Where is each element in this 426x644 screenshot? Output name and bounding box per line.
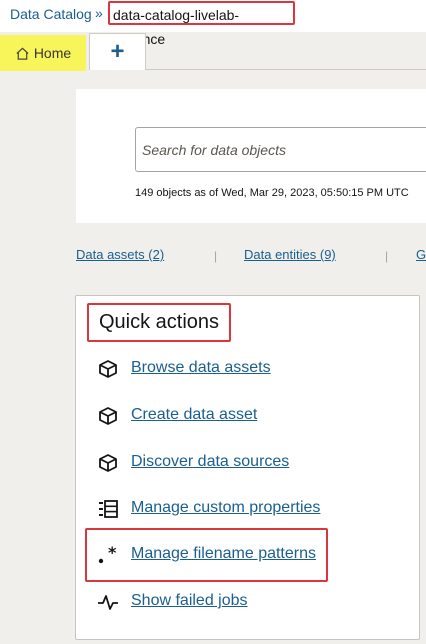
browse-data-assets-label: Browse data assets bbox=[131, 359, 271, 376]
show-failed-jobs-label: Show failed jobs bbox=[131, 592, 248, 609]
tab-divider-line bbox=[146, 69, 426, 70]
create-data-asset-label: Create data asset bbox=[131, 406, 258, 423]
cube-icon bbox=[99, 360, 117, 378]
cube-icon bbox=[99, 454, 117, 472]
tab-bar: Home + bbox=[0, 33, 426, 71]
cube-icon bbox=[99, 407, 117, 425]
manage-filename-patterns-action[interactable]: * Manage filename patterns bbox=[96, 542, 396, 568]
show-failed-jobs-action[interactable]: Show failed jobs bbox=[96, 589, 396, 615]
manage-custom-properties-action[interactable]: Manage custom properties bbox=[96, 496, 396, 522]
quick-actions-card: Quick actions Browse data assets Create … bbox=[75, 295, 420, 640]
breadcrumb-data-catalog-link[interactable]: Data Catalog bbox=[10, 6, 92, 22]
data-assets-link[interactable]: Data assets (2) bbox=[76, 247, 164, 262]
breadcrumb-current-instance: data-catalog-livelab-instance bbox=[108, 1, 295, 47]
summary-links: Data assets (2) | Data entities (9) | G bbox=[76, 247, 426, 265]
glossary-link[interactable]: G bbox=[416, 247, 426, 262]
pulse-icon bbox=[98, 595, 118, 610]
create-data-asset-action[interactable]: Create data asset bbox=[96, 403, 396, 429]
quick-actions-title: Quick actions bbox=[87, 303, 231, 342]
search-panel: 149 objects as of Wed, Mar 29, 2023, 05:… bbox=[76, 89, 426, 223]
svg-text:*: * bbox=[108, 545, 117, 562]
breadcrumb: Data Catalog » data-catalog-livelab-inst… bbox=[0, 0, 426, 47]
manage-filename-patterns-label: Manage filename patterns bbox=[131, 545, 316, 562]
breadcrumb-separator: » bbox=[95, 5, 103, 21]
browse-data-assets-action[interactable]: Browse data assets bbox=[96, 356, 396, 382]
tab-home[interactable]: Home bbox=[0, 35, 86, 71]
link-divider: | bbox=[214, 249, 218, 263]
search-input[interactable] bbox=[135, 127, 426, 172]
home-icon bbox=[16, 47, 29, 60]
tab-home-label: Home bbox=[33, 45, 72, 61]
discover-data-sources-label: Discover data sources bbox=[131, 453, 290, 470]
data-entities-link[interactable]: Data entities (9) bbox=[244, 247, 336, 262]
list-properties-icon bbox=[99, 500, 118, 518]
filename-pattern-icon: * bbox=[98, 545, 117, 564]
object-count-text: 149 objects as of Wed, Mar 29, 2023, 05:… bbox=[135, 187, 409, 199]
discover-data-sources-action[interactable]: Discover data sources bbox=[96, 450, 396, 476]
manage-custom-properties-label: Manage custom properties bbox=[131, 499, 321, 516]
link-divider: | bbox=[385, 249, 389, 263]
add-tab-button[interactable]: + bbox=[89, 33, 146, 70]
